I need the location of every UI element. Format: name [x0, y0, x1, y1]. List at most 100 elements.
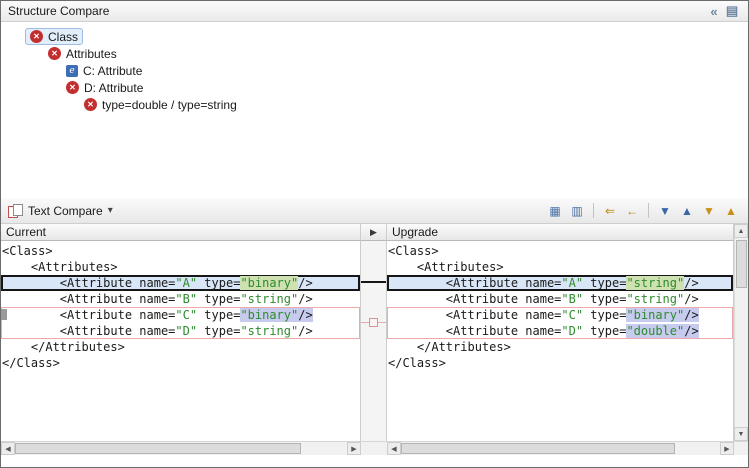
- tree-item-label: C: Attribute: [83, 64, 142, 78]
- diff-gutter: [361, 241, 387, 441]
- tree-item[interactable]: ✕ D: Attribute: [1, 79, 748, 96]
- previous-change-icon[interactable]: ▲: [721, 202, 741, 220]
- code-line[interactable]: <Attribute name="C" type="binary"/>: [387, 307, 733, 323]
- tree-item-label: Attributes: [66, 47, 117, 61]
- bottom-strip: [1, 455, 748, 467]
- code-line[interactable]: <Attribute name="D" type="string"/>: [1, 323, 360, 339]
- code-line[interactable]: <Attribute name="A" type="binary"/>: [1, 275, 360, 291]
- code-token: />: [298, 292, 312, 306]
- text-compare-toolbar: ▦▥⇐←▼▲▼▲: [545, 202, 741, 220]
- direction-arrow-icon[interactable]: ▶: [370, 227, 377, 238]
- code-token: "string": [240, 324, 298, 338]
- vertical-scroll-thumb[interactable]: [736, 240, 747, 288]
- left-pane-header: Current: [1, 224, 361, 241]
- code-token: "double": [626, 324, 684, 338]
- tree-item-label: D: Attribute: [84, 81, 143, 95]
- horizontal-scroll-thumb[interactable]: [401, 443, 675, 454]
- scroll-right-button[interactable]: ▶: [347, 442, 361, 455]
- collapse-icon[interactable]: «: [705, 4, 723, 19]
- code-line[interactable]: </Class>: [1, 355, 360, 371]
- code-line[interactable]: <Class>: [1, 243, 360, 259]
- change-marker-icon: [1, 309, 7, 320]
- ancestor-pane-icon[interactable]: ▥: [567, 202, 587, 220]
- tree-item[interactable]: ✕type=double / type=string: [1, 96, 748, 113]
- text-compare-title[interactable]: Text Compare: [28, 204, 103, 218]
- copy-all-right-to-left-icon[interactable]: ⇐: [600, 202, 620, 220]
- scroll-up-button[interactable]: ▲: [734, 224, 748, 238]
- tree-item[interactable]: ✕ Class: [1, 28, 748, 45]
- scroll-right-button[interactable]: ▶: [720, 442, 734, 455]
- code-token: "D": [175, 324, 197, 338]
- code-token: </Attributes>: [388, 340, 511, 354]
- code-token: "string": [240, 292, 298, 306]
- change-merge-handle[interactable]: [369, 318, 378, 327]
- scroll-down-button[interactable]: ▼: [734, 427, 748, 441]
- code-token: <Class>: [2, 244, 53, 258]
- code-line[interactable]: <Attribute name="B" type="string"/>: [1, 291, 360, 307]
- code-token: />: [684, 276, 698, 290]
- left-horizontal-scrollbar[interactable]: ◀ ▶: [1, 441, 361, 455]
- code-token: <Attribute name=: [388, 276, 561, 290]
- conflict-change-icon: ✕: [66, 81, 79, 94]
- right-horizontal-scrollbar[interactable]: ◀ ▶: [387, 441, 734, 455]
- code-token: type=: [583, 292, 626, 306]
- tree-item[interactable]: ✕Attributes: [1, 45, 748, 62]
- tree-item[interactable]: e C: Attribute: [1, 62, 748, 79]
- compare-editor-window: Structure Compare « ▤ ✕Class✕Attributese…: [0, 0, 749, 468]
- code-line[interactable]: <Attribute name="C" type="binary"/>: [1, 307, 360, 323]
- next-difference-icon[interactable]: ▼: [655, 202, 675, 220]
- right-code-pane[interactable]: <Class> <Attributes> <Attribute name="A"…: [387, 241, 734, 441]
- right-pane-header: Upgrade: [387, 224, 734, 241]
- tree-item-content: ✕ Class: [25, 28, 83, 45]
- code-line[interactable]: <Attributes>: [387, 259, 733, 275]
- code-token: <Attribute name=: [2, 308, 175, 322]
- tree-item-label: Class: [48, 30, 78, 44]
- conflict-change-icon: ✕: [84, 98, 97, 111]
- left-code-pane[interactable]: <Class> <Attributes> <Attribute name="A"…: [1, 241, 361, 441]
- gutter-header: ▶: [361, 224, 387, 241]
- toolbar-separator: [593, 203, 594, 218]
- code-token: "string": [626, 292, 684, 306]
- gutter-bottom-filler: [361, 441, 387, 455]
- code-token: />: [298, 276, 312, 290]
- merge-view-icon[interactable]: ▦: [545, 202, 565, 220]
- conflict-change-icon: ✕: [30, 30, 43, 43]
- copy-current-right-to-left-icon[interactable]: ←: [622, 202, 642, 220]
- vertical-scrollbar[interactable]: ▲ ▼: [734, 224, 748, 441]
- code-token: "binary": [626, 308, 684, 322]
- code-line[interactable]: <Attribute name="A" type="string"/>: [387, 275, 733, 291]
- horizontal-scroll-track[interactable]: [15, 442, 347, 455]
- code-token: <Attribute name=: [388, 308, 561, 322]
- scroll-left-button[interactable]: ◀: [387, 442, 401, 455]
- code-token: />: [684, 292, 698, 306]
- code-line[interactable]: <Attribute name="B" type="string"/>: [387, 291, 733, 307]
- next-change-icon[interactable]: ▼: [699, 202, 719, 220]
- structure-compare-tree: ✕Class✕AttributeseC: Attribute✕D: Attrib…: [1, 22, 748, 198]
- code-token: "D": [561, 324, 583, 338]
- code-line[interactable]: </Attributes>: [387, 339, 733, 355]
- code-line[interactable]: </Class>: [387, 355, 733, 371]
- vertical-scroll-track[interactable]: [734, 238, 748, 427]
- chevron-down-icon[interactable]: ▾: [108, 205, 113, 216]
- scrollbar-corner: [734, 441, 748, 455]
- code-line[interactable]: <Class>: [387, 243, 733, 259]
- view-menu-icon[interactable]: ▤: [723, 3, 741, 19]
- code-token: />: [298, 324, 312, 338]
- code-line[interactable]: <Attributes>: [1, 259, 360, 275]
- scroll-left-button[interactable]: ◀: [1, 442, 15, 455]
- horizontal-scroll-thumb[interactable]: [15, 443, 301, 454]
- code-line[interactable]: </Attributes>: [1, 339, 360, 355]
- previous-difference-icon[interactable]: ▲: [677, 202, 697, 220]
- code-token: </Class>: [388, 356, 446, 370]
- element-icon: e: [66, 65, 78, 77]
- text-compare-header: Text Compare ▾ ▦▥⇐←▼▲▼▲: [1, 198, 748, 224]
- code-token: <Attribute name=: [2, 292, 175, 306]
- code-token: "string": [626, 276, 684, 290]
- code-token: type=: [197, 324, 240, 338]
- horizontal-scroll-track[interactable]: [401, 442, 720, 455]
- code-token: "B": [175, 292, 197, 306]
- code-token: type=: [197, 308, 240, 322]
- code-token: "B": [561, 292, 583, 306]
- code-line[interactable]: <Attribute name="D" type="double"/>: [387, 323, 733, 339]
- code-token: </Attributes>: [2, 340, 125, 354]
